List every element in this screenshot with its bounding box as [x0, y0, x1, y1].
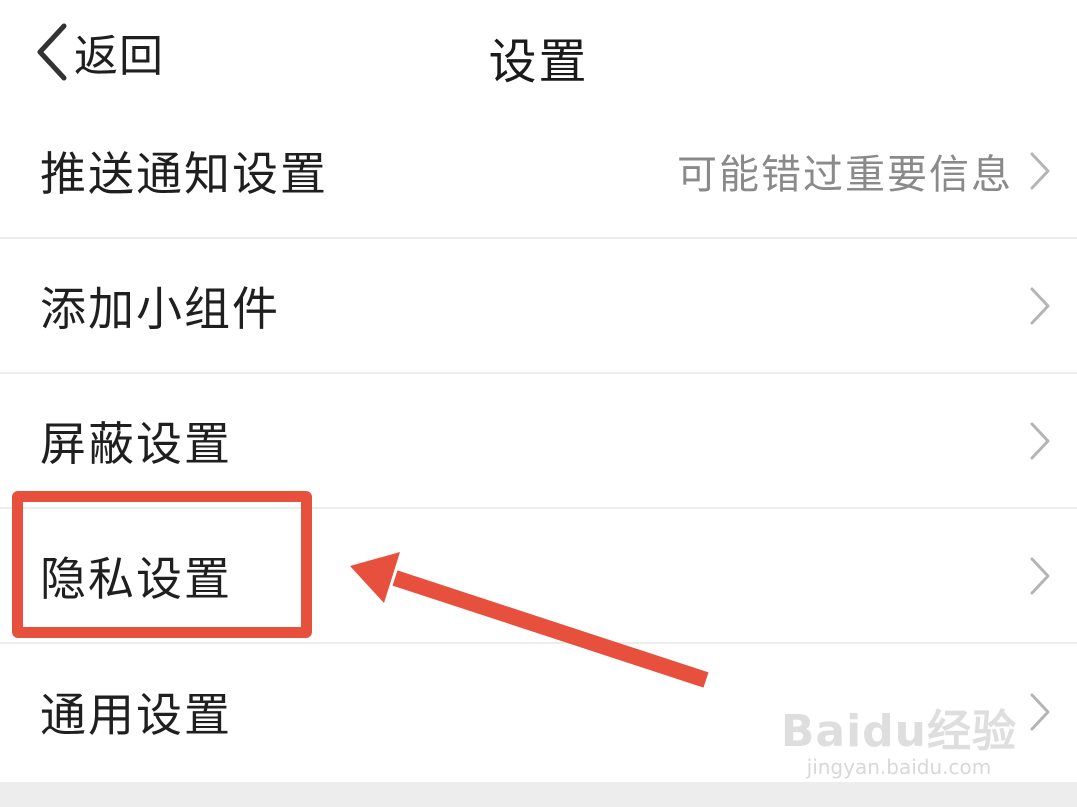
page-title: 设置 [488, 34, 589, 90]
settings-item-label: 推送通知设置 [40, 146, 328, 201]
settings-item-label: 添加小组件 [40, 281, 280, 336]
settings-item-hint: 可能错过重要信息 [677, 151, 1013, 198]
watermark-brand: Baidu经验 [780, 706, 1017, 757]
chevron-right-icon [1029, 556, 1051, 596]
bottom-section-divider [0, 782, 1077, 807]
watermark-url: jingyan.baidu.com [806, 755, 992, 779]
chevron-right-icon [1029, 421, 1051, 461]
settings-item-label: 通用设置 [40, 687, 232, 742]
settings-item-label: 屏蔽设置 [40, 416, 232, 471]
settings-item-push-notifications[interactable]: 推送通知设置 可能错过重要信息 [0, 104, 1077, 239]
navigation-bar: 返回 设置 [0, 0, 1077, 104]
settings-item-add-widget[interactable]: 添加小组件 [0, 239, 1077, 374]
highlight-box [12, 491, 312, 638]
settings-item-block[interactable]: 屏蔽设置 [0, 374, 1077, 509]
watermark: Baidu经验 jingyan.baidu.com [781, 695, 1017, 779]
settings-list: 推送通知设置 可能错过重要信息 添加小组件 屏蔽设置 隐私设置 通用设置 [0, 104, 1077, 779]
chevron-right-icon [1029, 692, 1051, 732]
chevron-right-icon [1029, 151, 1051, 191]
chevron-right-icon [1029, 286, 1051, 326]
